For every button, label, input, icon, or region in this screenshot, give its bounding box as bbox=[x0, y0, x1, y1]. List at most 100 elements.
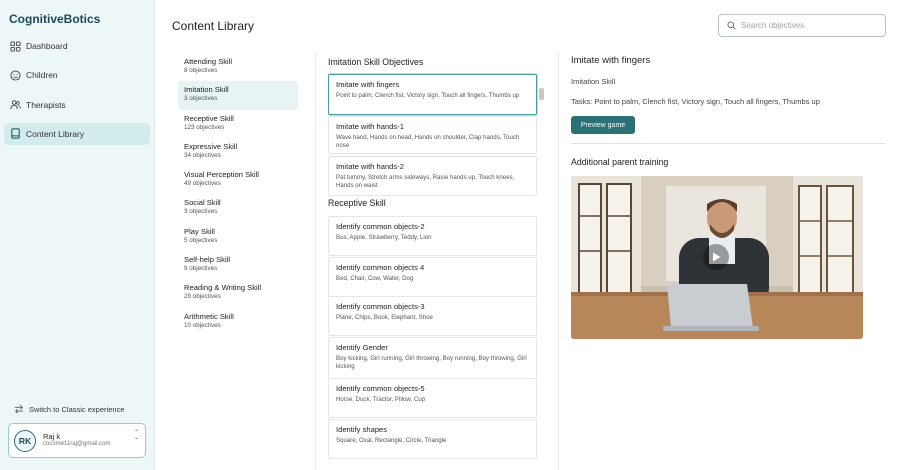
sidebar-item-dashboard[interactable]: Dashboard bbox=[4, 35, 150, 57]
brand-logo[interactable]: CognitiveBotics bbox=[9, 12, 100, 26]
user-name: Raj k bbox=[43, 432, 61, 442]
play-icon[interactable] bbox=[703, 244, 729, 270]
objective-desc: Horse, Duck, Tractor, Pillow, Cup bbox=[336, 396, 426, 403]
objective-desc: Bus, Apple, Strawberry, Teddy, Lion bbox=[336, 234, 432, 241]
search-icon bbox=[727, 21, 736, 30]
objective-card-common-objects-3[interactable]: Identify common objects-3 Plane, Chips, … bbox=[328, 296, 537, 336]
sidebar-item-children[interactable]: Children bbox=[4, 64, 150, 86]
search-input[interactable] bbox=[741, 21, 881, 30]
category-count: 10 objectives bbox=[184, 321, 221, 329]
detail-category: Imitation Skill bbox=[571, 77, 616, 86]
category-count: 8 objectives bbox=[184, 67, 218, 74]
category-name: Expressive Skill bbox=[184, 141, 238, 151]
category-name: Receptive Skill bbox=[184, 113, 234, 123]
sidebar-item-content-library[interactable]: Content Library bbox=[4, 122, 150, 145]
objective-title: Identify shapes bbox=[336, 425, 388, 434]
category-count: 34 objectives bbox=[184, 151, 221, 159]
objective-desc: Bed, Chair, Cow, Water, Dog bbox=[336, 275, 414, 282]
avatar: RK bbox=[14, 429, 36, 452]
page-title: Content Library bbox=[172, 19, 255, 33]
category-reading-writing-skill[interactable]: Reading & Writing Skill 28 objectives bbox=[178, 279, 298, 307]
detail-tasks: Tasks: Point to palm, Clench fist, Victo… bbox=[571, 97, 820, 106]
category-arithmetic-skill[interactable]: Arithmetic Skill 10 objectives bbox=[178, 308, 298, 336]
objective-card-imitate-hands-2[interactable]: Imitate with hands-2 Pat tummy, Stretch … bbox=[328, 156, 537, 196]
objective-desc: Boy kicking, Girl running, Girl throwing… bbox=[336, 355, 527, 371]
objective-card-identify-gender[interactable]: Identify Gender Boy kicking, Girl runnin… bbox=[328, 337, 537, 379]
divider bbox=[571, 143, 886, 144]
objective-title: Identify common objects-3 bbox=[336, 302, 425, 311]
category-attending-skill[interactable]: Attending Skill 8 objectives bbox=[178, 53, 298, 81]
switch-classic-label: Switch to Classic experience bbox=[29, 404, 125, 414]
category-visual-perception-skill[interactable]: Visual Perception Skill 49 objectives bbox=[178, 166, 298, 194]
sidebar-item-label: Dashboard bbox=[26, 41, 68, 51]
header: Content Library bbox=[156, 0, 900, 51]
category-count: 49 objectives bbox=[184, 180, 221, 188]
category-play-skill[interactable]: Play Skill 5 objectives bbox=[178, 223, 298, 251]
objective-detail-panel: Imitate with fingers Imitation Skill Tas… bbox=[571, 52, 886, 167]
user-info: Raj k cocome11raj@gmail.com bbox=[43, 432, 110, 448]
preview-game-button[interactable]: Preview game bbox=[571, 116, 635, 134]
switch-classic-link[interactable]: Switch to Classic experience bbox=[14, 404, 124, 414]
smiley-icon bbox=[10, 70, 21, 81]
objective-card-imitate-fingers[interactable]: Imitate with fingers Point to palm, Clen… bbox=[328, 74, 537, 115]
objective-title: Identify common objects-2 bbox=[336, 222, 425, 231]
category-count: 3 objectives bbox=[184, 208, 218, 216]
user-account-card[interactable]: RK Raj k cocome11raj@gmail.com ⌃ ⌄ bbox=[8, 423, 146, 458]
objective-title: Identify common objects-5 bbox=[336, 384, 425, 393]
category-name: Play Skill bbox=[184, 226, 215, 236]
objective-desc: Point to palm, Clench fist, Victory sign… bbox=[336, 92, 520, 99]
sidebar-item-label: Content Library bbox=[26, 128, 85, 139]
grid-icon bbox=[10, 40, 21, 52]
objective-title: Identify Gender bbox=[336, 343, 388, 352]
people-icon bbox=[10, 100, 21, 110]
objectives-list: Imitation Skill Objectives Imitate with … bbox=[328, 52, 546, 470]
category-receptive-skill[interactable]: Receptive Skill 123 objectives bbox=[178, 110, 298, 138]
category-count: 5 objectives bbox=[184, 236, 218, 244]
category-imitation-skill[interactable]: Imitation Skill 3 objectives bbox=[178, 81, 298, 110]
category-expressive-skill[interactable]: Expressive Skill 34 objectives bbox=[178, 138, 298, 166]
category-name: Imitation Skill bbox=[184, 85, 229, 95]
category-social-skill[interactable]: Social Skill 3 objectives bbox=[178, 194, 298, 222]
column-divider bbox=[315, 51, 316, 470]
objective-desc: Plane, Chips, Book, Elephant, Shoe bbox=[336, 314, 433, 321]
category-self-help-skill[interactable]: Self-help Skill 9 objectives bbox=[178, 251, 298, 279]
parent-training-video[interactable] bbox=[571, 176, 863, 339]
objective-card-imitate-hands-1[interactable]: Imitate with hands-1 Wave hand, Hands on… bbox=[328, 116, 537, 154]
objective-title: Imitate with hands-2 bbox=[336, 162, 404, 171]
objective-desc: Wave hand, Hands on head, Hands on shoul… bbox=[336, 134, 520, 150]
imitation-section-title: Imitation Skill Objectives bbox=[328, 57, 424, 67]
objective-card-common-objects-4[interactable]: Identify common objects 4 Bed, Chair, Co… bbox=[328, 257, 537, 297]
objective-title: Identify common objects 4 bbox=[336, 263, 425, 272]
objective-card-common-objects-5[interactable]: Identify common objects-5 Horse, Duck, T… bbox=[328, 378, 537, 418]
category-count: 123 objectives bbox=[184, 123, 225, 131]
category-name: Social Skill bbox=[184, 198, 221, 208]
sidebar-item-label: Therapists bbox=[26, 99, 66, 110]
sidebar-item-therapists[interactable]: Therapists bbox=[4, 94, 150, 116]
user-email: cocome11raj@gmail.com bbox=[43, 441, 111, 448]
chevron-up-down-icon: ⌃ ⌄ bbox=[133, 430, 139, 442]
category-count: 3 objectives bbox=[184, 95, 218, 103]
sidebar: CognitiveBotics Dashboard Children Thera… bbox=[0, 0, 155, 470]
objective-card-common-objects-2[interactable]: Identify common objects-2 Bus, Apple, St… bbox=[328, 216, 537, 256]
sidebar-nav: Dashboard Children Therapists Content Li… bbox=[4, 35, 150, 152]
category-name: Arithmetic Skill bbox=[184, 311, 234, 321]
swap-icon bbox=[14, 404, 24, 414]
objective-desc: Square, Oval, Rectangle, Circle, Triangl… bbox=[336, 437, 447, 444]
column-divider bbox=[558, 51, 559, 470]
objective-title: Imitate with fingers bbox=[336, 80, 400, 89]
objective-card-identify-shapes[interactable]: Identify shapes Square, Oval, Rectangle,… bbox=[328, 419, 537, 459]
objective-desc: Pat tummy, Stretch arms sideways, Raise … bbox=[336, 174, 515, 190]
search-box[interactable] bbox=[718, 14, 886, 37]
category-count: 28 objectives bbox=[184, 293, 221, 301]
detail-title: Imitate with fingers bbox=[571, 55, 651, 66]
category-name: Visual Perception Skill bbox=[184, 170, 259, 180]
category-name: Attending Skill bbox=[184, 57, 233, 66]
category-name: Reading & Writing Skill bbox=[184, 283, 262, 293]
sidebar-item-label: Children bbox=[26, 70, 58, 81]
category-count: 9 objectives bbox=[184, 265, 218, 273]
skill-category-list: Attending Skill 8 objectives Imitation S… bbox=[178, 53, 298, 336]
objective-title: Imitate with hands-1 bbox=[336, 122, 404, 131]
category-name: Self-help Skill bbox=[184, 255, 231, 265]
scrollbar-thumb[interactable] bbox=[539, 88, 544, 100]
parent-training-title: Additional parent training bbox=[571, 157, 669, 167]
